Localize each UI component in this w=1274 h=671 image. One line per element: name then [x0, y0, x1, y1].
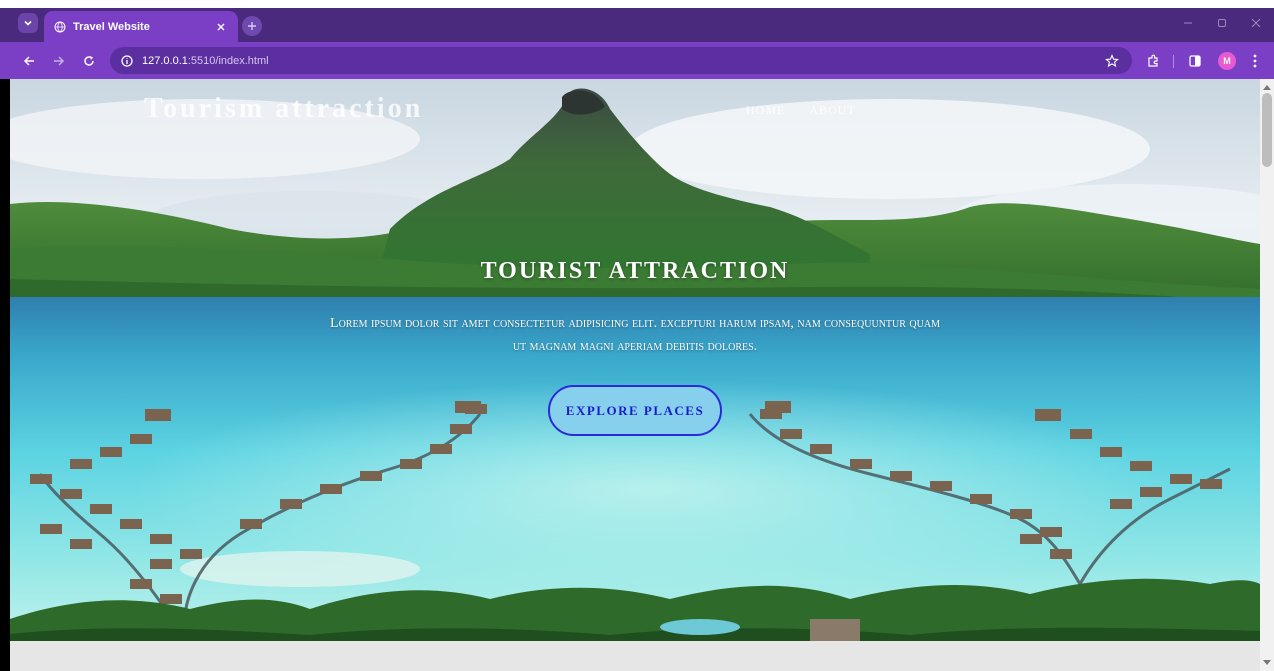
toolbar-divider [1173, 55, 1174, 68]
minimize-icon[interactable] [1182, 16, 1194, 30]
globe-icon [54, 21, 66, 33]
nav-link-about[interactable]: ABOUT [809, 103, 855, 118]
hero-description-line-1: Lorem ipsum dolor sit amet consectetur a… [330, 316, 940, 331]
window-top-edge [0, 0, 1274, 8]
site-logo[interactable]: Tourism attraction [144, 93, 423, 125]
explore-places-button[interactable]: EXPLORE PLACES [548, 385, 722, 436]
side-panel-icon[interactable] [1186, 52, 1204, 70]
profile-avatar[interactable]: M [1218, 52, 1236, 70]
next-section-peek [10, 641, 1260, 671]
forward-icon[interactable] [50, 52, 68, 70]
address-bar[interactable]: 127.0.0.1:5510/index.html [110, 47, 1132, 74]
maximize-icon[interactable] [1216, 16, 1228, 30]
url-path: :5510/index.html [187, 54, 269, 67]
tab-search-icon[interactable] [18, 13, 38, 33]
back-icon[interactable] [20, 52, 38, 70]
close-icon[interactable] [214, 20, 228, 34]
more-icon[interactable] [1246, 52, 1264, 70]
hero-description-line-2: ut magnam magni aperiam debitis dolores. [512, 339, 758, 354]
browser-tab[interactable]: Travel Website [44, 11, 238, 42]
scroll-down-icon[interactable] [1263, 659, 1271, 667]
hero-description: Lorem ipsum dolor sit amet consectetur a… [220, 312, 1050, 358]
scrollbar-thumb[interactable] [1262, 93, 1272, 167]
url-host: 127.0.0.1 [142, 54, 188, 67]
info-icon[interactable] [120, 54, 134, 68]
close-window-icon[interactable] [1250, 16, 1262, 30]
url-text: 127.0.0.1:5510/index.html [142, 55, 269, 67]
browser-chrome: Travel Website 127.0.0.1:5510/index.html… [0, 8, 1274, 79]
hero-background-photo [10, 79, 1260, 641]
tab-bar: Travel Website [0, 8, 1274, 42]
window-controls [1182, 16, 1262, 30]
extensions-icon[interactable] [1144, 52, 1162, 70]
nav-link-home[interactable]: HOME [746, 103, 785, 118]
page-scrollbar[interactable] [1260, 79, 1274, 671]
scroll-up-icon[interactable] [1263, 83, 1271, 91]
page-viewport: Tourism attraction HOME ABOUT TOURIST AT… [0, 79, 1274, 671]
plus-icon[interactable] [242, 16, 262, 36]
tab-title: Travel Website [73, 20, 150, 33]
reload-icon[interactable] [80, 52, 98, 70]
star-icon[interactable] [1104, 53, 1120, 69]
browser-toolbar: 127.0.0.1:5510/index.html M [0, 42, 1274, 79]
hero-heading: TOURIST ATTRACTION [480, 258, 790, 284]
hero-section: Tourism attraction HOME ABOUT TOURIST AT… [10, 79, 1260, 641]
main-nav: HOME ABOUT [746, 103, 856, 118]
